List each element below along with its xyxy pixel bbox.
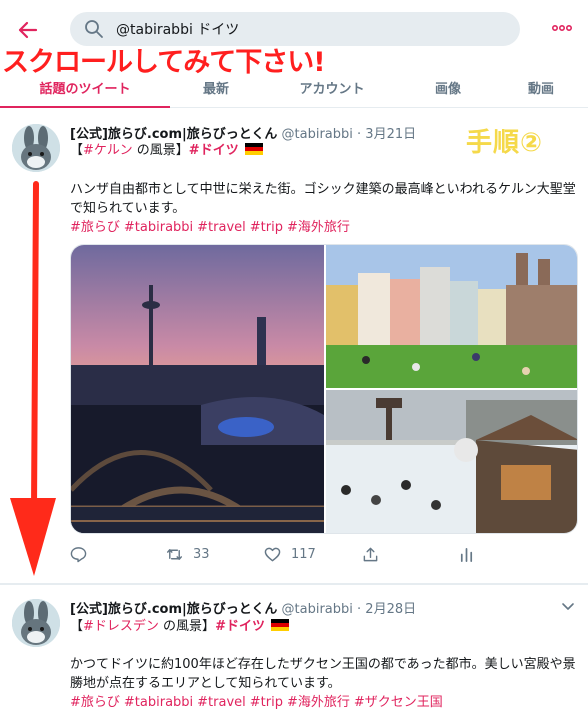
- christmas-market-photo[interactable]: [326, 390, 577, 533]
- more-button[interactable]: [550, 18, 574, 38]
- tweet-date[interactable]: 2月28日: [365, 602, 416, 617]
- display-name[interactable]: [公式]旅らび.com|旅らびっとくん: [70, 127, 277, 142]
- handle[interactable]: @tabirabbi: [282, 127, 353, 142]
- separator-dot: ·: [357, 127, 362, 142]
- tweet-text: ハンザ自由都市として中世に栄えた街。ゴシック建築の最高峰といわれるケルン大聖堂で…: [70, 182, 576, 216]
- hashtag-link[interactable]: #海外旅行: [287, 220, 350, 235]
- retweet-icon: [166, 549, 183, 560]
- chevron-down-icon[interactable]: [560, 600, 576, 612]
- like-icon: [264, 547, 281, 562]
- tweet-text: かつてドイツに約100年ほど存在したザクセン王国の都であった都市。美しい宮殿や景…: [70, 657, 576, 691]
- more-icon: [552, 25, 572, 31]
- cologne-night-photo[interactable]: [71, 245, 324, 533]
- analytics-button[interactable]: [458, 546, 485, 563]
- tweet-title-line: 【#ケルン の風景】#ドイツ: [70, 142, 263, 160]
- reply-icon: [70, 547, 87, 563]
- hashtag-link[interactable]: #travel: [197, 695, 246, 710]
- tab-label: 話題のツイート: [39, 81, 131, 97]
- search-icon: [85, 20, 103, 38]
- rabbit-avatar-icon: [12, 124, 60, 172]
- tab-label: アカウント: [299, 81, 365, 97]
- bracket-open: 【: [70, 143, 84, 158]
- rabbit-avatar-icon: [12, 599, 60, 647]
- hashtag-link[interactable]: #trip: [250, 695, 283, 710]
- hashtag-link[interactable]: #ドイツ: [215, 619, 265, 634]
- scroll-down-arrow-icon: [10, 181, 56, 576]
- retweet-button[interactable]: 33: [166, 546, 210, 563]
- tweet-hashtags: #旅らび #tabirabbi #travel #trip #海外旅行: [70, 218, 578, 237]
- title-text: の風景】: [132, 143, 189, 158]
- germany-flag-icon: [244, 143, 263, 155]
- hashtag-link[interactable]: #ザクセン王国: [354, 695, 443, 710]
- tweet-media-grid: [70, 244, 578, 534]
- tab-videos[interactable]: 動画: [494, 66, 588, 108]
- tweet-header: [公式]旅らび.com|旅らびっとくん @tabirabbi · 3月21日: [70, 123, 416, 142]
- hashtag-link[interactable]: #tabirabbi: [124, 220, 193, 235]
- hashtag-link[interactable]: #tabirabbi: [124, 695, 193, 710]
- tab-label: 画像: [434, 81, 461, 97]
- retweet-count: 33: [193, 547, 210, 562]
- bracket-open: 【: [70, 619, 84, 634]
- hashtag-link[interactable]: #海外旅行: [287, 695, 350, 710]
- tweet[interactable]: [公式]旅らび.com|旅らびっとくん @tabirabbi · 2月28日 【…: [0, 584, 588, 720]
- tweet-action-bar: 33 117: [70, 546, 510, 568]
- tweet-header: [公式]旅らび.com|旅らびっとくん @tabirabbi · 2月28日: [70, 598, 416, 617]
- tweet-date[interactable]: 3月21日: [365, 127, 416, 142]
- avatar[interactable]: [12, 124, 60, 172]
- avatar[interactable]: [12, 599, 60, 647]
- tab-images[interactable]: 画像: [402, 66, 494, 108]
- like-button[interactable]: 117: [264, 546, 316, 563]
- cologne-houses-photo[interactable]: [326, 245, 577, 388]
- hashtag-link[interactable]: #ドイツ: [189, 143, 239, 158]
- separator-dot: ·: [357, 602, 362, 617]
- scroll-hint-overlay: スクロールしてみて下さい!: [2, 47, 326, 78]
- tab-label: 動画: [527, 81, 554, 97]
- back-arrow-icon: [18, 21, 38, 39]
- search-input[interactable]: [116, 21, 496, 37]
- hashtag-link[interactable]: #旅らび: [70, 220, 120, 235]
- hashtag-link[interactable]: #旅らび: [70, 695, 120, 710]
- reply-button[interactable]: [70, 546, 97, 563]
- step-label-overlay: 手順②: [466, 128, 544, 158]
- handle[interactable]: @tabirabbi: [282, 602, 353, 617]
- hashtag-link[interactable]: #trip: [250, 220, 283, 235]
- hashtag-link[interactable]: #ドレスデン: [83, 619, 159, 634]
- hashtag-link[interactable]: #ケルン: [83, 143, 133, 158]
- hashtag-link[interactable]: #travel: [197, 220, 246, 235]
- tab-label: 最新: [202, 81, 229, 97]
- germany-flag-icon: [271, 619, 290, 631]
- analytics-icon: [460, 547, 473, 562]
- share-button[interactable]: [362, 546, 389, 563]
- like-count: 117: [291, 547, 316, 562]
- share-icon: [363, 547, 378, 562]
- title-text: の風景】: [158, 619, 216, 634]
- tweet-title-line: 【#ドレスデン の風景】#ドイツ: [70, 618, 290, 636]
- tweet-hashtags: #旅らび #tabirabbi #travel #trip #海外旅行 #ザクセン王国: [70, 693, 578, 712]
- display-name[interactable]: [公式]旅らび.com|旅らびっとくん: [70, 602, 277, 617]
